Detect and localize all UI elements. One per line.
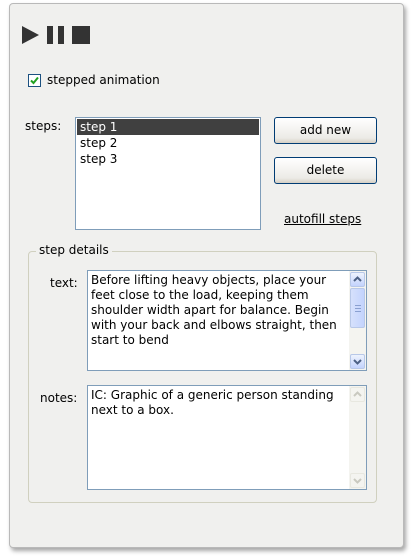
scroll-up-button[interactable] xyxy=(350,387,365,402)
chevron-down-icon xyxy=(353,478,362,484)
stepped-animation-checkbox[interactable] xyxy=(28,74,41,87)
autofill-steps-link[interactable]: autofill steps xyxy=(284,212,361,226)
text-label: text: xyxy=(50,276,78,290)
notes-label: notes: xyxy=(40,391,78,405)
scroll-down-button[interactable] xyxy=(350,354,365,369)
text-scrollbar[interactable] xyxy=(349,271,366,370)
scroll-down-button[interactable] xyxy=(350,473,365,488)
steps-listbox[interactable]: step 1 step 2 step 3 xyxy=(75,117,261,230)
list-item[interactable]: step 3 xyxy=(77,151,259,167)
stepped-animation-label: stepped animation xyxy=(47,73,160,87)
stop-icon[interactable] xyxy=(72,26,90,44)
scroll-thumb[interactable] xyxy=(350,288,365,328)
text-field[interactable]: Before lifting heavy objects, place your… xyxy=(87,270,367,371)
list-item[interactable]: step 2 xyxy=(77,135,259,151)
list-item[interactable]: step 1 xyxy=(77,119,259,135)
chevron-up-icon xyxy=(353,276,362,282)
add-new-button[interactable]: add new xyxy=(274,117,377,144)
notes-field[interactable]: IC: Graphic of a generic person standing… xyxy=(87,385,367,490)
scroll-up-button[interactable] xyxy=(350,272,365,287)
check-icon xyxy=(30,76,39,85)
steps-label: steps: xyxy=(25,119,62,133)
notes-field-value: IC: Graphic of a generic person standing… xyxy=(91,388,338,417)
chevron-up-icon xyxy=(353,391,362,397)
step-details-legend: step details xyxy=(36,243,112,257)
delete-button[interactable]: delete xyxy=(274,157,377,184)
text-field-value: Before lifting heavy objects, place your… xyxy=(91,273,341,347)
notes-scrollbar[interactable] xyxy=(349,386,366,489)
play-icon[interactable] xyxy=(22,26,39,44)
pause-icon[interactable] xyxy=(47,26,64,44)
chevron-down-icon xyxy=(353,359,362,365)
